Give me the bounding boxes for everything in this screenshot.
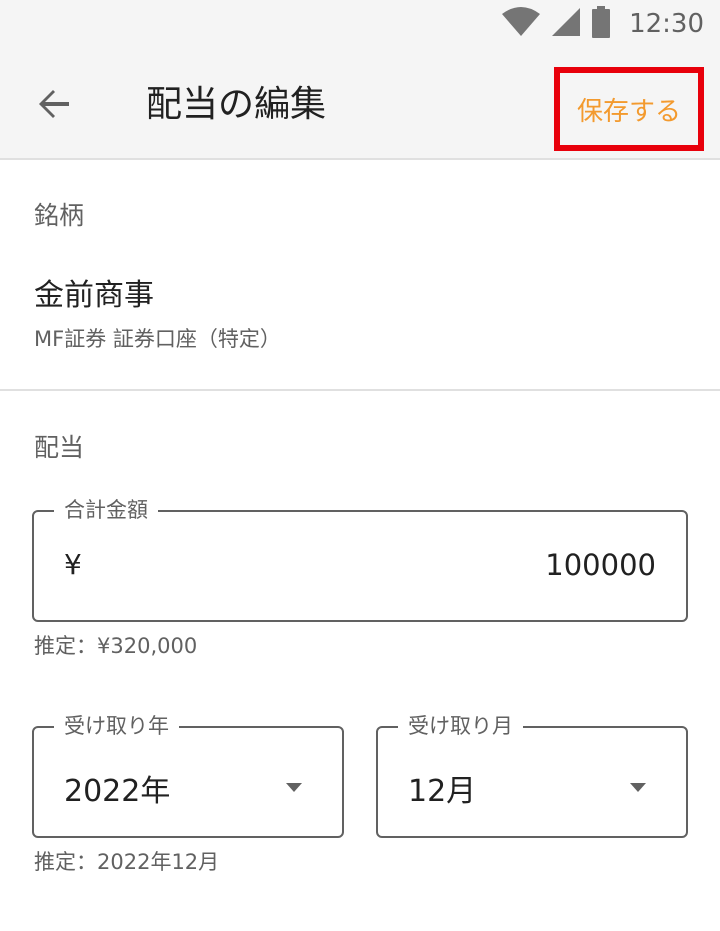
save-button[interactable]: 保存する — [554, 67, 704, 151]
month-select[interactable]: 受け取り月 12月 — [376, 713, 688, 838]
month-select-label: 受け取り月 — [398, 713, 523, 739]
status-bar: 12:30 — [0, 0, 720, 48]
account-name: MF証券 証券口座（特定） — [34, 327, 281, 351]
year-select-label: 受け取り年 — [54, 713, 179, 739]
stock-name: 金前商事 — [34, 278, 154, 313]
arrow-left-icon — [36, 86, 72, 126]
amount-estimate-helper: 推定：¥320,000 — [34, 634, 198, 658]
top-bar: 12:30 配当の編集 保存する — [0, 0, 720, 160]
date-estimate-helper: 推定：2022年12月 — [34, 850, 220, 874]
section-divider — [0, 389, 720, 391]
page-title: 配当の編集 — [146, 84, 327, 125]
total-amount-label: 合計金額 — [54, 497, 158, 523]
dividend-section-label: 配当 — [34, 433, 85, 462]
year-select-value: 2022年 — [64, 774, 171, 809]
battery-icon — [591, 6, 611, 42]
app-bar: 配当の編集 保存する — [0, 60, 720, 151]
total-amount-value[interactable]: 100000 — [545, 548, 656, 582]
total-amount-field[interactable]: 合計金額 ¥ 100000 — [32, 497, 688, 622]
currency-symbol: ¥ — [64, 548, 82, 581]
status-time: 12:30 — [629, 9, 704, 39]
year-select[interactable]: 受け取り年 2022年 — [32, 713, 344, 838]
back-button[interactable] — [30, 82, 78, 130]
caret-down-icon — [630, 778, 646, 797]
caret-down-icon — [286, 778, 302, 797]
wifi-icon — [501, 7, 541, 41]
signal-icon — [551, 7, 581, 41]
stock-section-label: 銘柄 — [34, 201, 85, 230]
month-select-value: 12月 — [408, 774, 477, 809]
